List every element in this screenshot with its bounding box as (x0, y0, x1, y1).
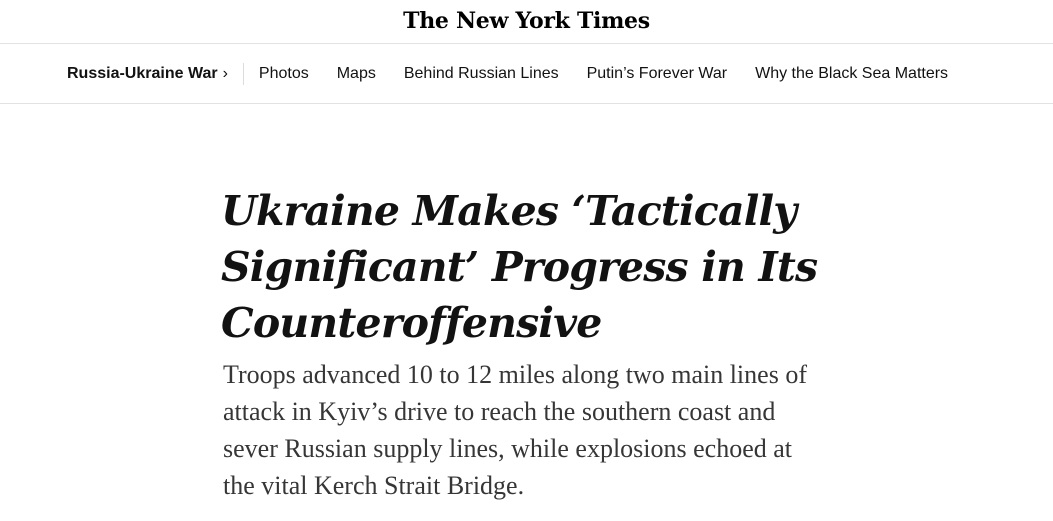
nav-link-photos[interactable]: Photos (259, 65, 309, 83)
article-headline: Ukraine Makes ‘Tactically Significant’ P… (221, 187, 818, 347)
section-nav: Russia-Ukraine War › Photos Maps Behind … (0, 44, 1053, 104)
nav-divider (242, 62, 244, 85)
article-header: Ukraine Makes ‘Tactically Significant’ P… (221, 183, 831, 504)
nav-section-russia-ukraine-war[interactable]: Russia-Ukraine War › (67, 65, 228, 83)
nav-link-maps[interactable]: Maps (337, 65, 376, 83)
nav-link-black-sea[interactable]: Why the Black Sea Matters (755, 65, 948, 83)
chevron-right-icon: › (222, 64, 228, 82)
nav-link-behind-russian-lines[interactable]: Behind Russian Lines (404, 65, 559, 83)
nav-link-putins-forever-war[interactable]: Putin’s Forever War (587, 65, 727, 83)
nav-section-label: Russia-Ukraine War (67, 64, 218, 82)
masthead: The New York Times (0, 0, 1053, 44)
article-summary: Troops advanced 10 to 12 miles along two… (223, 360, 807, 500)
nyt-logo[interactable]: The New York Times (403, 8, 650, 34)
